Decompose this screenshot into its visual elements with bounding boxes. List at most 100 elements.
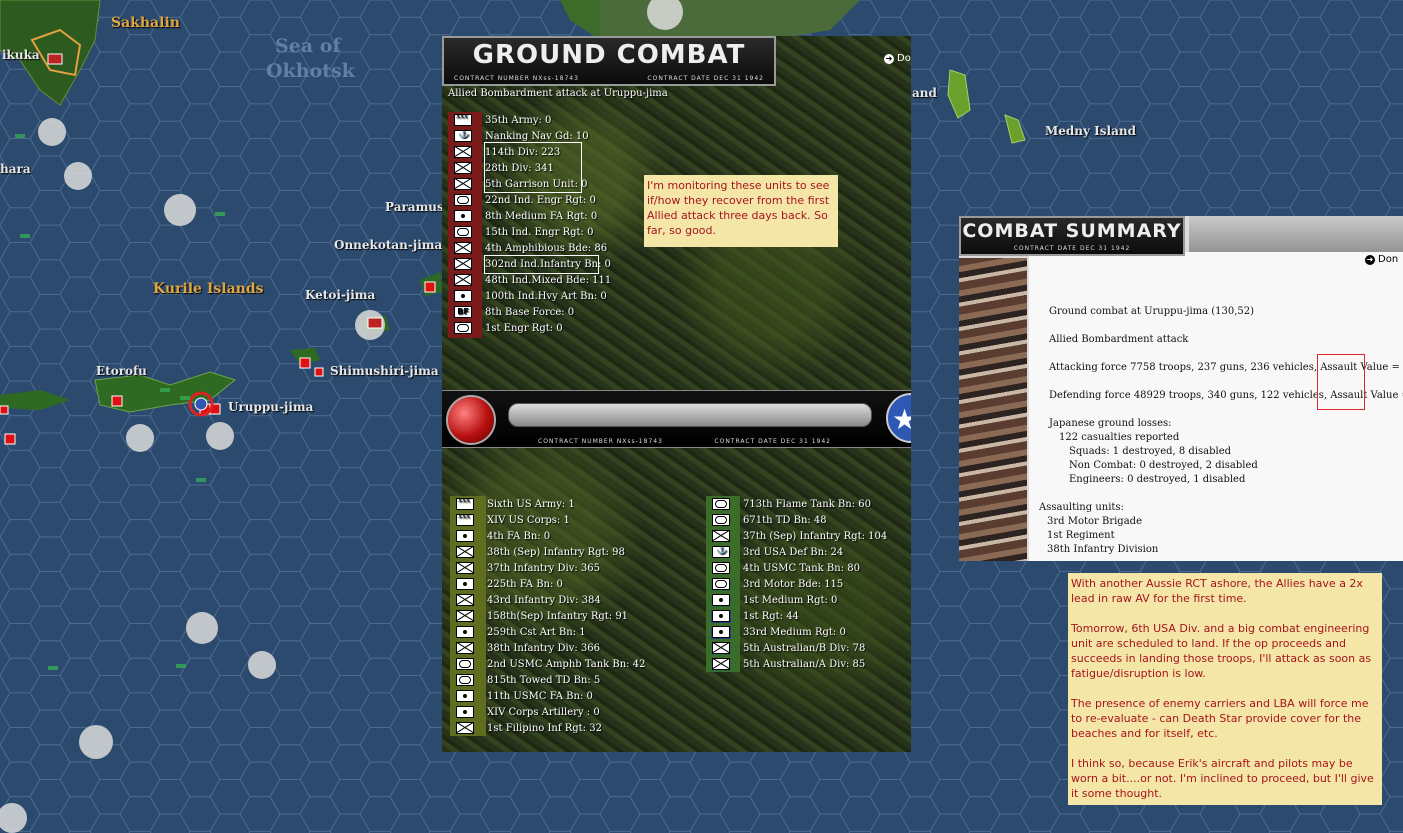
unit-label: 4th Amphibious Bde: 86 [485,242,608,254]
map-label-uruppu: Uruppu-jima [228,400,314,414]
unit-badge [455,562,475,575]
unit-type-icon [712,546,730,558]
unit-type-icon [712,530,730,542]
ground-combat-title: GROUND COMBAT [472,40,746,70]
unit-row[interactable]: 4th Amphibious Bde: 86 [453,240,607,256]
unit-row[interactable]: 4th FA Bn: 0 [455,528,550,544]
summary-assaulting-header: Assaulting units: [1039,502,1124,513]
ground-combat-header: GROUND COMBAT CONTRACT NUMBER NXss-18743… [442,36,776,86]
unit-badge [453,226,473,239]
unit-badge [453,242,473,255]
unit-type-icon [454,194,472,206]
unit-badge [455,722,475,735]
unit-row[interactable]: 5th Australian/B Div: 78 [711,640,865,656]
unit-row[interactable]: 3rd Motor Bde: 115 [711,576,843,592]
unit-badge [455,626,475,639]
unit-row[interactable]: 37th (Sep) Infantry Rgt: 104 [711,528,887,544]
unit-badge [455,594,475,607]
map-label-etorofu: Etorofu [96,364,147,378]
unit-badge [711,593,731,607]
unit-row[interactable]: 815th Towed TD Bn: 5 [455,672,600,688]
unit-row[interactable]: 671th TD Bn: 48 [711,512,827,528]
unit-row[interactable]: 2nd USMC Amphb Tank Bn: 42 [455,656,645,672]
summary-unit-1: 3rd Motor Brigade [1047,516,1142,527]
unit-row[interactable]: 1st Engr Rgt: 0 [453,320,563,336]
unit-label: XIV Corps Artillery : 0 [487,706,600,718]
unit-type-icon [454,322,472,334]
unit-label: 3rd Motor Bde: 115 [743,578,844,590]
unit-type-icon [712,642,730,654]
unit-row[interactable]: 38th (Sep) Infantry Rgt: 98 [455,544,625,560]
unit-type-icon [456,658,474,670]
unit-badge [455,498,475,511]
unit-type-icon [456,722,474,734]
unit-row[interactable]: 8th Base Force: 0 [453,304,574,320]
unit-type-icon [456,626,474,638]
done-label: Do [897,53,911,64]
unit-label: 38th (Sep) Infantry Rgt: 98 [487,546,625,558]
unit-type-icon [454,178,472,190]
unit-row[interactable]: 22nd Ind. Engr Rgt: 0 [453,192,596,208]
unit-label: 671th TD Bn: 48 [743,514,827,526]
summary-losses-header: Japanese ground losses: [1049,418,1172,429]
unit-row[interactable]: Sixth US Army: 1 [455,496,575,512]
clipboard-clip [1189,216,1403,256]
unit-badge [455,514,475,527]
arrow-right-icon: ➜ [884,54,894,64]
unit-row[interactable]: 158th(Sep) Infantry Rgt: 91 [455,608,628,624]
unit-badge [455,610,475,623]
unit-row[interactable]: 38th Infantry Div: 366 [455,640,600,656]
unit-row[interactable]: 225th FA Bn: 0 [455,576,563,592]
unit-row[interactable]: XIV US Corps: 1 [455,512,570,528]
summary-engineers: Engineers: 0 destroyed, 1 disabled [1069,474,1246,485]
unit-row[interactable]: 43rd Infantry Div: 384 [455,592,601,608]
unit-badge [711,562,731,575]
map-label-hara: hara [0,162,31,176]
note-paragraph-1: With another Aussie RCT ashore, the Alli… [1071,577,1363,605]
unit-badge [453,162,473,175]
note-paragraph-2: Tomorrow, 6th USA Div. and a big combat … [1071,622,1372,680]
unit-badge [453,146,473,159]
unit-row[interactable]: 33rd Medium Rgt: 0 [711,624,846,640]
unit-row[interactable]: 48th Ind.Mixed Bde: 111 [453,272,611,288]
unit-row[interactable]: 15th Ind. Engr Rgt: 0 [453,224,593,240]
unit-badge [455,578,475,591]
unit-row[interactable]: 1st Medium Rgt: 0 [711,592,837,608]
unit-row[interactable]: 713th Flame Tank Bn: 60 [711,496,871,512]
unit-badge [453,258,473,271]
unit-badge [455,674,475,687]
unit-row[interactable]: 5th Australian/A Div: 85 [711,656,865,672]
unit-row[interactable]: 3rd USA Def Bn: 24 [711,544,843,560]
unit-row[interactable]: 259th Cst Art Bn: 1 [455,624,586,640]
unit-type-icon [456,514,474,526]
unit-row[interactable]: 35th Army: 0 [453,112,551,128]
unit-row[interactable]: 11th USMC FA Bn: 0 [455,688,593,704]
summary-done-button[interactable]: ➜ Don [1365,254,1398,265]
summary-squads: Squads: 1 destroyed, 8 disabled [1069,446,1232,457]
unit-label: XIV US Corps: 1 [487,514,570,526]
unit-label: 4th USMC Tank Bn: 80 [743,562,860,574]
unit-badge [711,657,731,671]
unit-row[interactable]: 1st Filipino Inf Rgt: 32 [455,720,602,736]
unit-type-icon [712,514,730,526]
annotation-note-analysis: With another Aussie RCT ashore, the Alli… [1068,573,1382,805]
unit-row[interactable]: 4th USMC Tank Bn: 80 [711,560,860,576]
unit-row[interactable]: XIV Corps Artillery : 0 [455,704,600,720]
unit-badge [711,498,731,511]
unit-label: 37th Infantry Div: 365 [487,562,600,574]
unit-badge [711,530,731,543]
unit-row[interactable]: 8th Medium FA Rgt: 0 [453,208,597,224]
summary-unit-2: 1st Regiment [1047,530,1115,541]
combat-results-bar: ★ CONTRACT NUMBER NXss-18743 CONTRACT DA… [442,390,911,448]
summary-noncombat: Non Combat: 0 destroyed, 2 disabled [1069,460,1258,471]
unit-row[interactable]: 37th Infantry Div: 365 [455,560,600,576]
unit-type-icon [454,290,472,302]
unit-row[interactable]: 100th Ind.Hvy Art Bn: 0 [453,288,607,304]
unit-type-icon [454,162,472,174]
unit-label: 8th Base Force: 0 [485,306,575,318]
unit-type-icon [456,578,474,590]
unit-row[interactable]: 1st Rgt: 44 [711,608,799,624]
unit-label: 1st Engr Rgt: 0 [485,322,563,334]
map-label-okhotsk: Okhotsk [266,60,355,82]
done-button[interactable]: ➜ Do [884,53,911,64]
